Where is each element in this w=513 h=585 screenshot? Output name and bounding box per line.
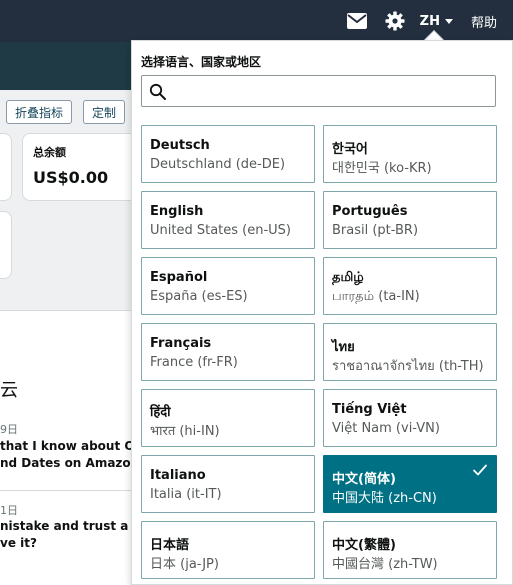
gear-icon[interactable] — [384, 10, 406, 32]
language-region: ราชอาณาจักรไทย (th-TH) — [332, 359, 484, 374]
metric-card — [0, 211, 12, 279]
language-option-es-es[interactable]: Español España (es-ES) — [141, 257, 315, 315]
language-option-hi-in[interactable]: हिंदी भारत (hi-IN) — [141, 389, 315, 447]
total-balance-card: 总余额 US$0.00 — [22, 133, 142, 201]
language-option-it-it[interactable]: Italiano Italia (it-IT) — [141, 455, 315, 513]
language-native-name: 한국어 — [332, 142, 368, 157]
language-option-en-us[interactable]: English United States (en-US) — [141, 191, 315, 249]
language-native-name: हिंदी — [150, 405, 171, 420]
language-region: España (es-ES) — [150, 289, 248, 304]
news-title-line[interactable]: ve it? — [0, 535, 37, 552]
language-option-th-th[interactable]: ไทย ราชอาณาจักรไทย (th-TH) — [323, 323, 497, 381]
language-code: ZH — [419, 13, 440, 29]
language-region: France (fr-FR) — [150, 355, 238, 370]
total-balance-value: US$0.00 — [33, 168, 109, 187]
language-native-name: Deutsch — [150, 138, 210, 153]
language-native-name: Français — [150, 336, 212, 351]
language-region: 中国大陆 (zh-CN) — [332, 491, 437, 506]
language-native-name: 中文(繁體) — [332, 538, 396, 553]
caret-down-icon — [444, 18, 453, 24]
language-region: Italia (it-IT) — [150, 487, 222, 502]
top-nav-actions: ZH 帮助 — [330, 0, 513, 42]
customize-button[interactable]: 定制 — [83, 100, 126, 124]
dropdown-title: 选择语言、国家或地区 — [141, 55, 262, 69]
search-icon — [149, 83, 167, 101]
news-date: 1日 — [0, 504, 18, 517]
news-title-line[interactable]: that I know about OT — [0, 438, 143, 455]
language-region: Deutschland (de-DE) — [150, 157, 286, 172]
language-option-ko-kr[interactable]: 한국어 대한민국 (ko-KR) — [323, 125, 497, 183]
language-region: 中國台灣 (zh-TW) — [332, 557, 438, 572]
language-region: Việt Nam (vi-VN) — [332, 421, 440, 436]
language-dropdown: 选择语言、国家或地区 Deutsch Deutschland (de-DE) 한… — [131, 40, 513, 585]
language-option-ta-in[interactable]: தமிழ் பாரதம் (ta-IN) — [323, 257, 497, 315]
divider — [0, 490, 132, 491]
news-title-line[interactable]: nd Dates on Amazon — [0, 455, 139, 472]
language-region: 대한민국 (ko-KR) — [332, 161, 432, 176]
language-native-name: ไทย — [332, 340, 355, 355]
language-native-name: Tiếng Việt — [332, 402, 407, 417]
news-date: 9日 — [0, 423, 18, 436]
language-native-name: Español — [150, 270, 208, 285]
language-option-pt-br[interactable]: Português Brasil (pt-BR) — [323, 191, 497, 249]
checkmark-icon — [472, 462, 488, 478]
language-native-name: Italiano — [150, 468, 206, 483]
language-region: Brasil (pt-BR) — [332, 223, 419, 238]
language-option-de-de[interactable]: Deutsch Deutschland (de-DE) — [141, 125, 315, 183]
language-native-name: 日本語 — [150, 538, 190, 553]
language-search-box[interactable] — [141, 75, 496, 107]
language-option-fr-fr[interactable]: Français France (fr-FR) — [141, 323, 315, 381]
language-region: பாரதம் (ta-IN) — [332, 289, 420, 304]
language-native-name: Português — [332, 204, 408, 219]
mail-icon[interactable] — [346, 10, 368, 32]
language-switcher-button[interactable]: ZH — [420, 14, 453, 29]
language-option-vi-vn[interactable]: Tiếng Việt Việt Nam (vi-VN) — [323, 389, 497, 447]
language-region: United States (en-US) — [150, 223, 292, 238]
language-option-zh-cn[interactable]: 中文(简体) 中国大陆 (zh-CN) — [323, 455, 497, 513]
language-region: 日本 (ja-JP) — [150, 557, 219, 572]
news-heading: 云 — [0, 380, 18, 401]
language-option-zh-tw[interactable]: 中文(繁體) 中國台灣 (zh-TW) — [323, 521, 497, 579]
language-search-input[interactable] — [172, 80, 490, 102]
language-native-name: English — [150, 204, 204, 219]
language-region: भारत (hi-IN) — [150, 424, 220, 439]
total-balance-label: 总余额 — [33, 146, 66, 159]
collapse-metrics-button[interactable]: 折叠指标 — [6, 100, 73, 124]
language-native-name: தமிழ் — [332, 270, 364, 285]
metric-card — [0, 133, 12, 201]
language-native-name: 中文(简体) — [332, 472, 396, 487]
help-link[interactable]: 帮助 — [471, 12, 497, 31]
language-option-ja-jp[interactable]: 日本語 日本 (ja-JP) — [141, 521, 315, 579]
